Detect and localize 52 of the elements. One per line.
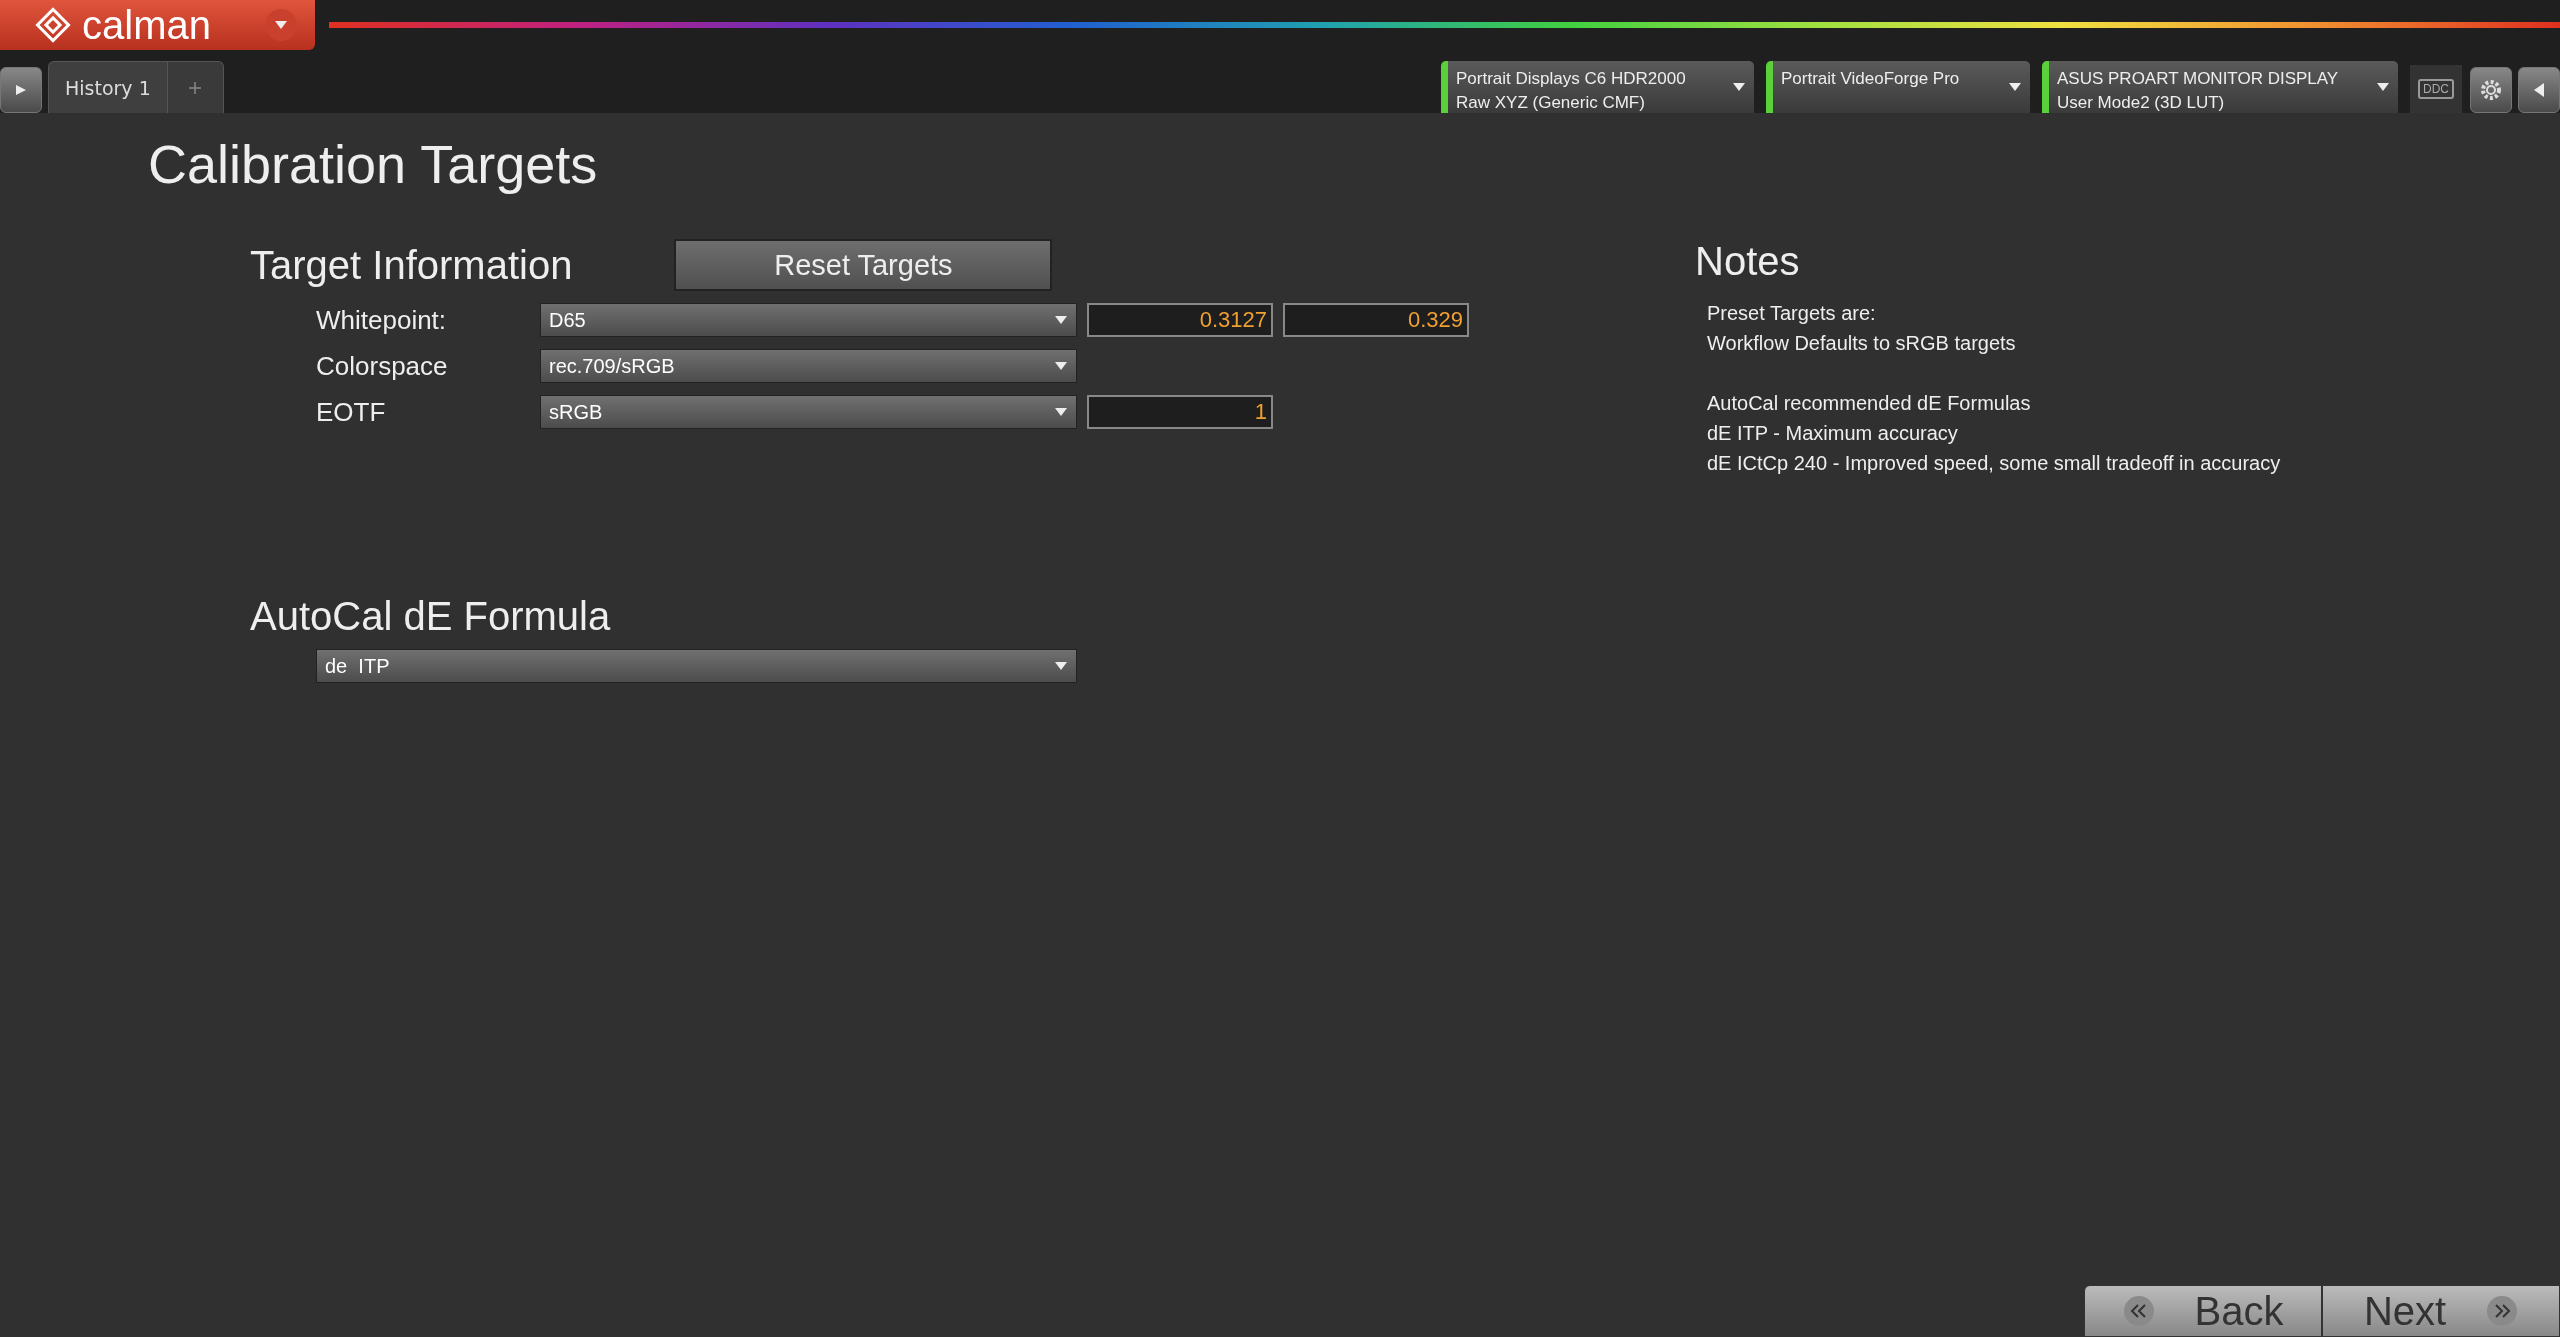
note-text: Preset Targets are: (1707, 301, 1877, 326)
plus-icon (189, 81, 202, 94)
number-field[interactable]: 1 (1087, 395, 1273, 429)
number-field[interactable]: 0.3127 (1087, 303, 1273, 337)
caret-icon (2376, 82, 2390, 92)
note-text: AutoCal recommended dE Formulas (1707, 391, 2032, 416)
settings-icon (2478, 77, 2504, 103)
app-logo[interactable]: calman (0, 0, 315, 50)
settings-button[interactable] (2470, 67, 2512, 113)
dropdown[interactable]: rec.709/sRGB (540, 349, 1077, 383)
device-name: Portrait Displays C6 HDR2000 (1456, 68, 1687, 90)
number-field[interactable]: 0.329 (1283, 303, 1469, 337)
reset-targets-button[interactable]: Reset Targets (674, 239, 1053, 291)
note-text: dE ICtCp 240 - Improved speed, some small tradeoff in accuracy (1707, 451, 2281, 476)
section-heading: Target Information (250, 242, 573, 288)
device-name: Portrait VideoForge Pro (1781, 68, 1961, 90)
diamond-logo-icon (34, 6, 72, 44)
caret-icon (1054, 315, 1068, 325)
page-title: Calibration Targets (148, 133, 599, 195)
device-selector[interactable]: ASUS PROART MONITOR DISPLAY User Mode2 (3D LUT) (2042, 61, 2398, 113)
caret-icon (2008, 82, 2022, 92)
play-icon (14, 85, 28, 95)
note-text: Workflow Defaults to sRGB targets (1707, 331, 2017, 356)
caret-icon (1054, 661, 1068, 671)
field-label: EOTF (316, 396, 387, 428)
dropdown[interactable]: de ITP (316, 649, 1077, 683)
dropdown[interactable]: sRGB (540, 395, 1077, 429)
dropdown[interactable]: D65 (540, 303, 1077, 337)
double-chevron-left-icon (2122, 1295, 2155, 1327)
caret-icon (1732, 82, 1746, 92)
caret-icon (1054, 407, 1068, 417)
field-label: Colorspace (316, 350, 449, 382)
double-chevron-right-icon (2486, 1295, 2519, 1327)
ddc-button[interactable]: DDC (2410, 65, 2462, 113)
back-button[interactable]: Back (2084, 1285, 2322, 1337)
device-mode: User Mode2 (3D LUT) (2057, 92, 2226, 114)
logo-text: calman (82, 5, 212, 45)
field-label: Whitepoint: (316, 304, 448, 336)
device-selector[interactable]: Portrait VideoForge Pro (1766, 61, 2030, 113)
section-heading: AutoCal dE Formula (250, 594, 612, 639)
caret-icon (1054, 361, 1068, 371)
play-button[interactable] (0, 67, 42, 113)
section-heading: Notes (1695, 239, 1801, 284)
left-triangle-icon (2534, 83, 2544, 97)
collapse-button[interactable] (2518, 67, 2560, 113)
device-name: ASUS PROART MONITOR DISPLAY (2057, 68, 2340, 90)
caret-icon (274, 20, 288, 30)
note-text: dE ITP - Maximum accuracy (1707, 421, 1959, 446)
device-selector[interactable]: Portrait Displays C6 HDR2000 Raw XYZ (Generic CMF) (1441, 61, 1754, 113)
next-button[interactable]: Next (2322, 1285, 2560, 1337)
history-tab[interactable]: History 1 (48, 61, 168, 113)
device-mode: Raw XYZ (Generic CMF) (1456, 92, 1646, 114)
